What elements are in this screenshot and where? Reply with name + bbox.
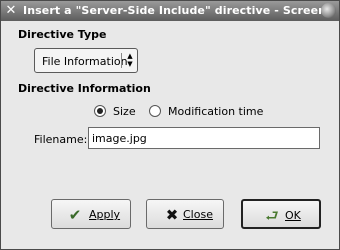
close-button[interactable]: ✖ Close: [146, 199, 224, 229]
ok-arrow-icon: ⮐: [265, 207, 279, 225]
apply-button-label: Apply: [89, 208, 121, 221]
dialog-window: ✕ Insert a "Server-Side Include" directi…: [0, 0, 340, 250]
title-bar[interactable]: ✕ Insert a "Server-Side Include" directi…: [1, 1, 339, 21]
directive-type-value: File Information: [42, 55, 128, 68]
close-button-label: Close: [183, 208, 213, 221]
directive-information-heading: Directive Information: [18, 82, 151, 95]
modification-time-radio[interactable]: [149, 105, 161, 117]
close-window-icon[interactable]: ✕: [4, 4, 18, 18]
size-radio[interactable]: [94, 105, 106, 117]
combo-separator: [121, 53, 122, 68]
modification-time-radio-label[interactable]: Modification time: [168, 105, 263, 118]
ok-button[interactable]: ⮐ OK: [241, 199, 321, 229]
up-down-arrows-icon: ▲ ▼: [127, 52, 133, 68]
size-radio-label[interactable]: Size: [113, 105, 136, 118]
screem-app-icon[interactable]: [321, 3, 336, 18]
directive-type-heading: Directive Type: [18, 28, 107, 41]
directive-type-select[interactable]: File Information ▲ ▼: [34, 48, 138, 73]
checkmark-icon: ✔: [68, 206, 82, 224]
filename-label: Filename:: [34, 133, 88, 146]
filename-input[interactable]: [88, 127, 320, 149]
window-title: Insert a "Server-Side Include" directive…: [23, 4, 330, 17]
close-x-icon: ✖: [165, 206, 179, 224]
apply-button[interactable]: ✔ Apply: [51, 199, 131, 229]
ok-button-label: OK: [285, 209, 301, 222]
